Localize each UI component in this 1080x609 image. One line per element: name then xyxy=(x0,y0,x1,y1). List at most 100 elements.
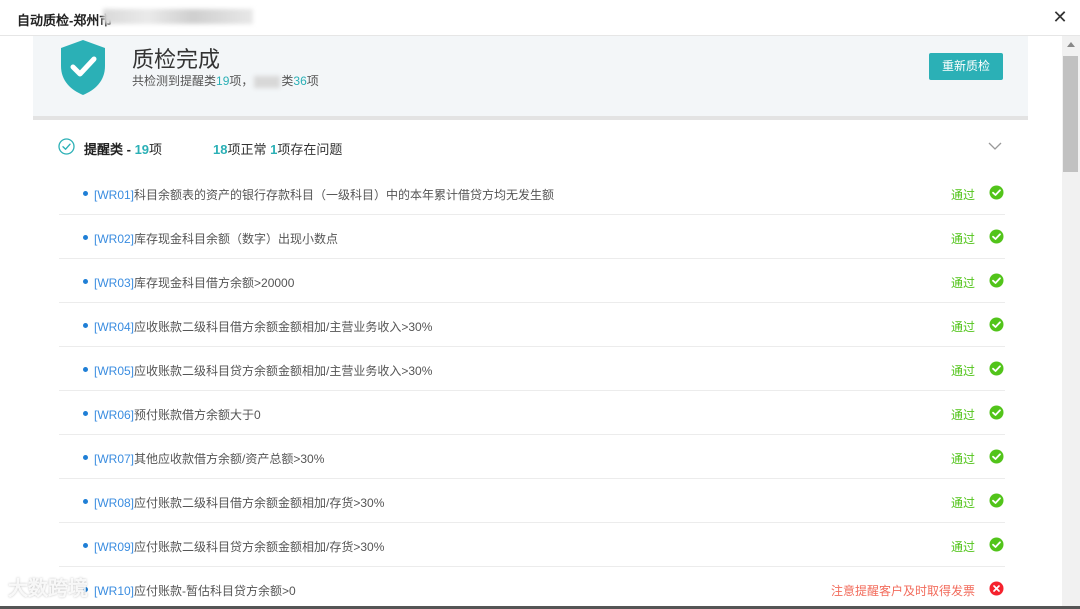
rule-code: [WR03] xyxy=(94,276,135,290)
rule-code: [WR10] xyxy=(94,584,135,598)
section-label: 提醒类 - xyxy=(84,142,135,157)
rule-desc: 其他应收款借方余额/资产总额>30% xyxy=(134,452,325,466)
rule-status: 通过 xyxy=(950,540,975,554)
check-circle-filled-icon xyxy=(989,449,1004,464)
rule-code: [WR09] xyxy=(94,540,135,554)
rule-desc: 应付账款-暂估科目贷方余额>0 xyxy=(134,584,296,598)
rule-status: 通过 xyxy=(950,276,975,290)
rule-text: [WR06]预付账款借方余额大于0 xyxy=(94,406,261,423)
check-row: [WR08]应付账款二级科目借方余额金额相加/存货>30% 通过 xyxy=(59,479,1005,523)
check-circle-icon xyxy=(58,138,75,155)
rule-desc: 应收账款二级科目贷方余额金额相加/主营业务收入>30% xyxy=(134,364,433,378)
rule-status: 通过 xyxy=(950,408,975,422)
rule-text: [WR02]库存现金科目余额（数字）出现小数点 xyxy=(94,230,338,247)
result-summary: 共检测到提醒类19项， 类36项 xyxy=(132,72,319,89)
header-divider xyxy=(33,116,1028,120)
vertical-scrollbar[interactable] xyxy=(1062,36,1080,606)
summary-end: 项 xyxy=(306,74,319,88)
rule-status: 通过 xyxy=(950,232,975,246)
bullet xyxy=(83,455,88,460)
rule-desc: 应付账款二级科目贷方余额金额相加/存货>30% xyxy=(134,540,385,554)
rule-text: [WR09]应付账款二级科目贷方余额金额相加/存货>30% xyxy=(94,538,384,555)
check-circle-filled-icon xyxy=(989,361,1004,376)
check-row: [WR07]其他应收款借方余额/资产总额>30% 通过 xyxy=(59,435,1005,479)
bullet xyxy=(83,367,88,372)
content-area: 质检完成 共检测到提醒类19项， 类36项 重新质检 提醒类 - 19项 18项正… xyxy=(0,36,1062,606)
check-row: [WR05]应收账款二级科目贷方余额金额相加/主营业务收入>30% 通过 xyxy=(59,347,1005,391)
rule-code: [WR04] xyxy=(94,320,135,334)
rule-status: 通过 xyxy=(950,320,975,334)
section-title: 提醒类 - 19项 xyxy=(84,139,162,158)
watermark: 大数跨境 xyxy=(8,578,88,600)
rule-desc: 科目余额表的资产的银行存款科目（一级科目）中的本年累计借贷方均无发生额 xyxy=(134,188,555,202)
check-circle-filled-icon xyxy=(989,317,1004,332)
check-row: [WR01]科目余额表的资产的银行存款科目（一级科目）中的本年累计借贷方均无发生… xyxy=(59,171,1005,215)
summary-prefix: 共检测到提醒类 xyxy=(132,74,217,88)
summary-mid: 项， xyxy=(229,74,254,88)
section-unit: 项 xyxy=(149,142,163,157)
other-count: 36 xyxy=(293,74,307,88)
rule-code: [WR01] xyxy=(94,188,135,202)
check-circle-filled-icon xyxy=(989,493,1004,508)
scrollbar-thumb[interactable] xyxy=(1063,56,1078,172)
check-row: [WR09]应付账款二级科目贷方余额金额相加/存货>30% 通过 xyxy=(59,523,1005,567)
quality-check-dialog: 自动质检-郑州市 ✕ 质检完成 共检测到提醒类19项， 类36项 重新质检 提醒类… xyxy=(0,0,1080,606)
check-circle-filled-icon xyxy=(989,273,1004,288)
rule-text: [WR07]其他应收款借方余额/资产总额>30% xyxy=(94,450,324,467)
rule-text: [WR04]应收账款二级科目借方余额金额相加/主营业务收入>30% xyxy=(94,318,432,335)
bullet xyxy=(83,499,88,504)
rule-desc: 应收账款二级科目借方余额金额相加/主营业务收入>30% xyxy=(134,320,433,334)
bullet xyxy=(83,279,88,284)
scroll-up-arrow-icon[interactable] xyxy=(1067,42,1075,47)
rule-status: 通过 xyxy=(950,188,975,202)
shield-check-icon xyxy=(61,40,105,95)
check-circle-filled-icon xyxy=(989,405,1004,420)
rule-code: [WR02] xyxy=(94,232,135,246)
bullet xyxy=(83,191,88,196)
rule-desc: 库存现金科目借方余额>20000 xyxy=(134,276,295,290)
rule-desc: 库存现金科目余额（数字）出现小数点 xyxy=(134,232,339,246)
section-header-remind[interactable]: 提醒类 - 19项 18项正常 1项存在问题 xyxy=(58,136,1004,158)
remind-count: 19 xyxy=(216,74,230,88)
check-list: [WR01]科目余额表的资产的银行存款科目（一级科目）中的本年累计借贷方均无发生… xyxy=(59,171,1005,606)
check-circle-filled-icon xyxy=(989,229,1004,244)
bullet xyxy=(83,543,88,548)
check-row: [WR06]预付账款借方余额大于0 通过 xyxy=(59,391,1005,435)
rule-status: 通过 xyxy=(950,364,975,378)
summary-cat-suffix: 类 xyxy=(281,74,294,88)
rule-text: [WR01]科目余额表的资产的银行存款科目（一级科目）中的本年累计借贷方均无发生… xyxy=(94,186,554,203)
error-circle-icon xyxy=(989,581,1004,596)
normal-count: 18 xyxy=(213,142,228,157)
rule-desc: 应付账款二级科目借方余额金额相加/存货>30% xyxy=(134,496,385,510)
check-row: [WR03]库存现金科目借方余额>20000 通过 xyxy=(59,259,1005,303)
rule-status: 注意提醒客户及时取得发票 xyxy=(830,584,975,598)
rule-code: [WR05] xyxy=(94,364,135,378)
check-row: [WR10]应付账款-暂估科目贷方余额>0 注意提醒客户及时取得发票 xyxy=(59,567,1005,606)
done-title: 质检完成 xyxy=(132,47,221,72)
check-circle-filled-icon xyxy=(989,185,1004,200)
close-icon[interactable]: ✕ xyxy=(1051,8,1069,26)
bullet xyxy=(83,323,88,328)
rule-status: 通过 xyxy=(950,452,975,466)
rule-code: [WR08] xyxy=(94,496,135,510)
rule-text: [WR08]应付账款二级科目借方余额金额相加/存货>30% xyxy=(94,494,384,511)
rule-desc: 预付账款借方余额大于0 xyxy=(134,408,261,422)
chevron-down-icon[interactable] xyxy=(988,139,1002,153)
check-circle-filled-icon xyxy=(989,537,1004,552)
check-row: [WR02]库存现金科目余额（数字）出现小数点 通过 xyxy=(59,215,1005,259)
rule-text: [WR10]应付账款-暂估科目贷方余额>0 xyxy=(94,582,296,599)
bullet xyxy=(83,235,88,240)
rule-status: 通过 xyxy=(950,496,975,510)
issue-label: 项存在问题 xyxy=(277,142,343,157)
window-title: 自动质检-郑州市 xyxy=(17,13,113,28)
section-count: 19 xyxy=(134,142,150,157)
recheck-button[interactable]: 重新质检 xyxy=(929,53,1003,80)
redacted-title-part xyxy=(103,9,253,24)
bullet xyxy=(83,411,88,416)
redacted-category xyxy=(254,75,281,88)
check-row: [WR04]应收账款二级科目借方余额金额相加/主营业务收入>30% 通过 xyxy=(59,303,1005,347)
normal-label: 项正常 xyxy=(227,142,271,157)
section-stats: 18项正常 1项存在问题 xyxy=(213,139,342,158)
rule-text: [WR05]应收账款二级科目贷方余额金额相加/主营业务收入>30% xyxy=(94,362,432,379)
rule-code: [WR07] xyxy=(94,452,135,466)
